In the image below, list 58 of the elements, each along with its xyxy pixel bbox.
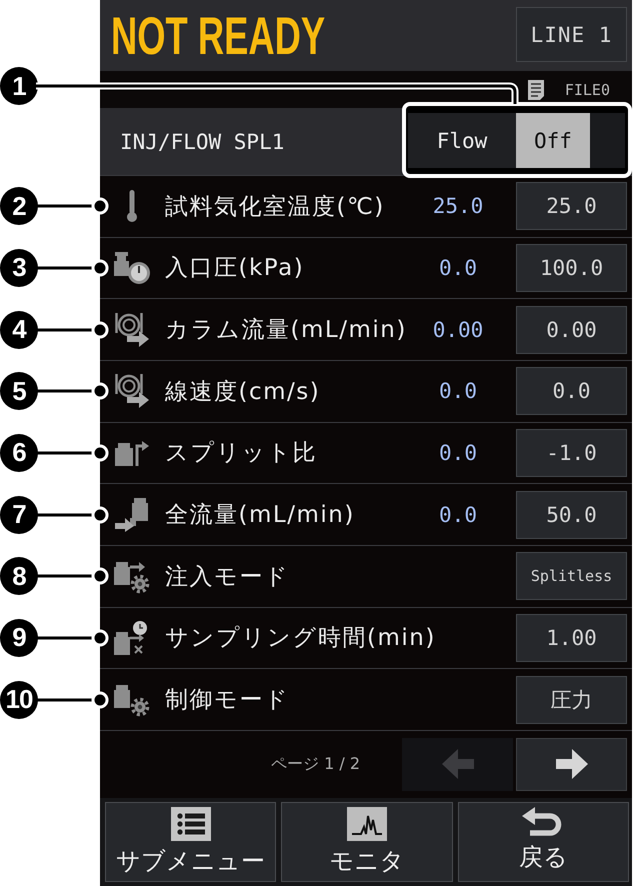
submenu-button[interactable]: サブメニュー: [105, 802, 276, 882]
current-value: 0.0: [439, 379, 477, 404]
next-page-button[interactable]: [516, 738, 627, 791]
setting-button[interactable]: 1.00: [516, 614, 627, 662]
parameter-label: カラム流量(mL/min): [165, 316, 407, 346]
valve-clock-icon: [114, 620, 150, 655]
setting-button[interactable]: 0.00: [516, 306, 627, 354]
list-icon: [170, 806, 211, 841]
callout-number: 1: [0, 67, 38, 105]
current-value: 25.0: [432, 194, 484, 218]
callout-number: 6: [0, 434, 38, 472]
callout-number: 10: [0, 680, 38, 719]
valve-branch-arrow-icon: [115, 440, 149, 466]
line-button[interactable]: LINE 1: [516, 7, 627, 62]
callout-number: 2: [0, 187, 38, 226]
valve-gear-icon: [114, 682, 150, 718]
thermometer-icon: [127, 190, 137, 222]
setting-button[interactable]: 25.0: [516, 182, 627, 230]
current-value: 0.00: [432, 318, 484, 342]
parameter-label: サンプリング時間(min): [165, 624, 436, 654]
right-arrow-icon: [556, 749, 588, 780]
setting-button[interactable]: -1.0: [516, 428, 627, 477]
section-title: INJ/FLOW SPL1: [120, 130, 284, 154]
flow-switch[interactable]: Off: [516, 113, 625, 168]
current-value: 0.0: [439, 256, 477, 280]
left-arrow-icon: [442, 749, 474, 780]
setting-button[interactable]: 50.0: [516, 490, 627, 539]
setting-button[interactable]: 0.0: [516, 367, 627, 416]
callout-number: 7: [0, 496, 38, 534]
valve-inlet-arrow-icon: [115, 498, 149, 532]
parameter-label: 入口圧(kPa): [165, 254, 304, 284]
callout-number: 4: [0, 310, 38, 349]
parameter-label: 制御モード: [165, 686, 290, 716]
callout-number: 8: [0, 557, 38, 596]
page-indicator: ページ 1 / 2: [270, 754, 360, 775]
current-value: 0.0: [439, 502, 477, 527]
coil-arrow-icon: [115, 374, 149, 408]
parameter-label: 線速度(cm/s): [165, 378, 320, 407]
callout-number: 3: [0, 248, 38, 287]
parameter-label: 試料気化室温度(℃): [165, 192, 385, 222]
document-icon: [528, 80, 544, 100]
current-value: 0.0: [439, 440, 477, 465]
setting-button[interactable]: 圧力: [516, 676, 627, 724]
setting-button[interactable]: 100.0: [516, 244, 627, 292]
file-name: FILE0: [564, 80, 610, 98]
peak-chart-icon: [346, 806, 387, 841]
back-button[interactable]: 戻る: [458, 802, 629, 882]
coil-arrow-icon: [115, 312, 149, 347]
flow-label: Flow: [436, 128, 488, 154]
parameter-label: 全流量(mL/min): [165, 501, 355, 530]
parameter-label: スプリット比: [165, 439, 317, 468]
callout-number: 9: [0, 618, 38, 657]
status-title: NOT READY: [111, 10, 326, 63]
setting-button[interactable]: Splitless: [516, 552, 627, 600]
monitor-button[interactable]: モニタ: [281, 802, 453, 882]
valve-gauge-icon: [114, 252, 150, 284]
callout-number: 5: [0, 372, 38, 410]
parameter-label: 注入モード: [165, 562, 290, 592]
